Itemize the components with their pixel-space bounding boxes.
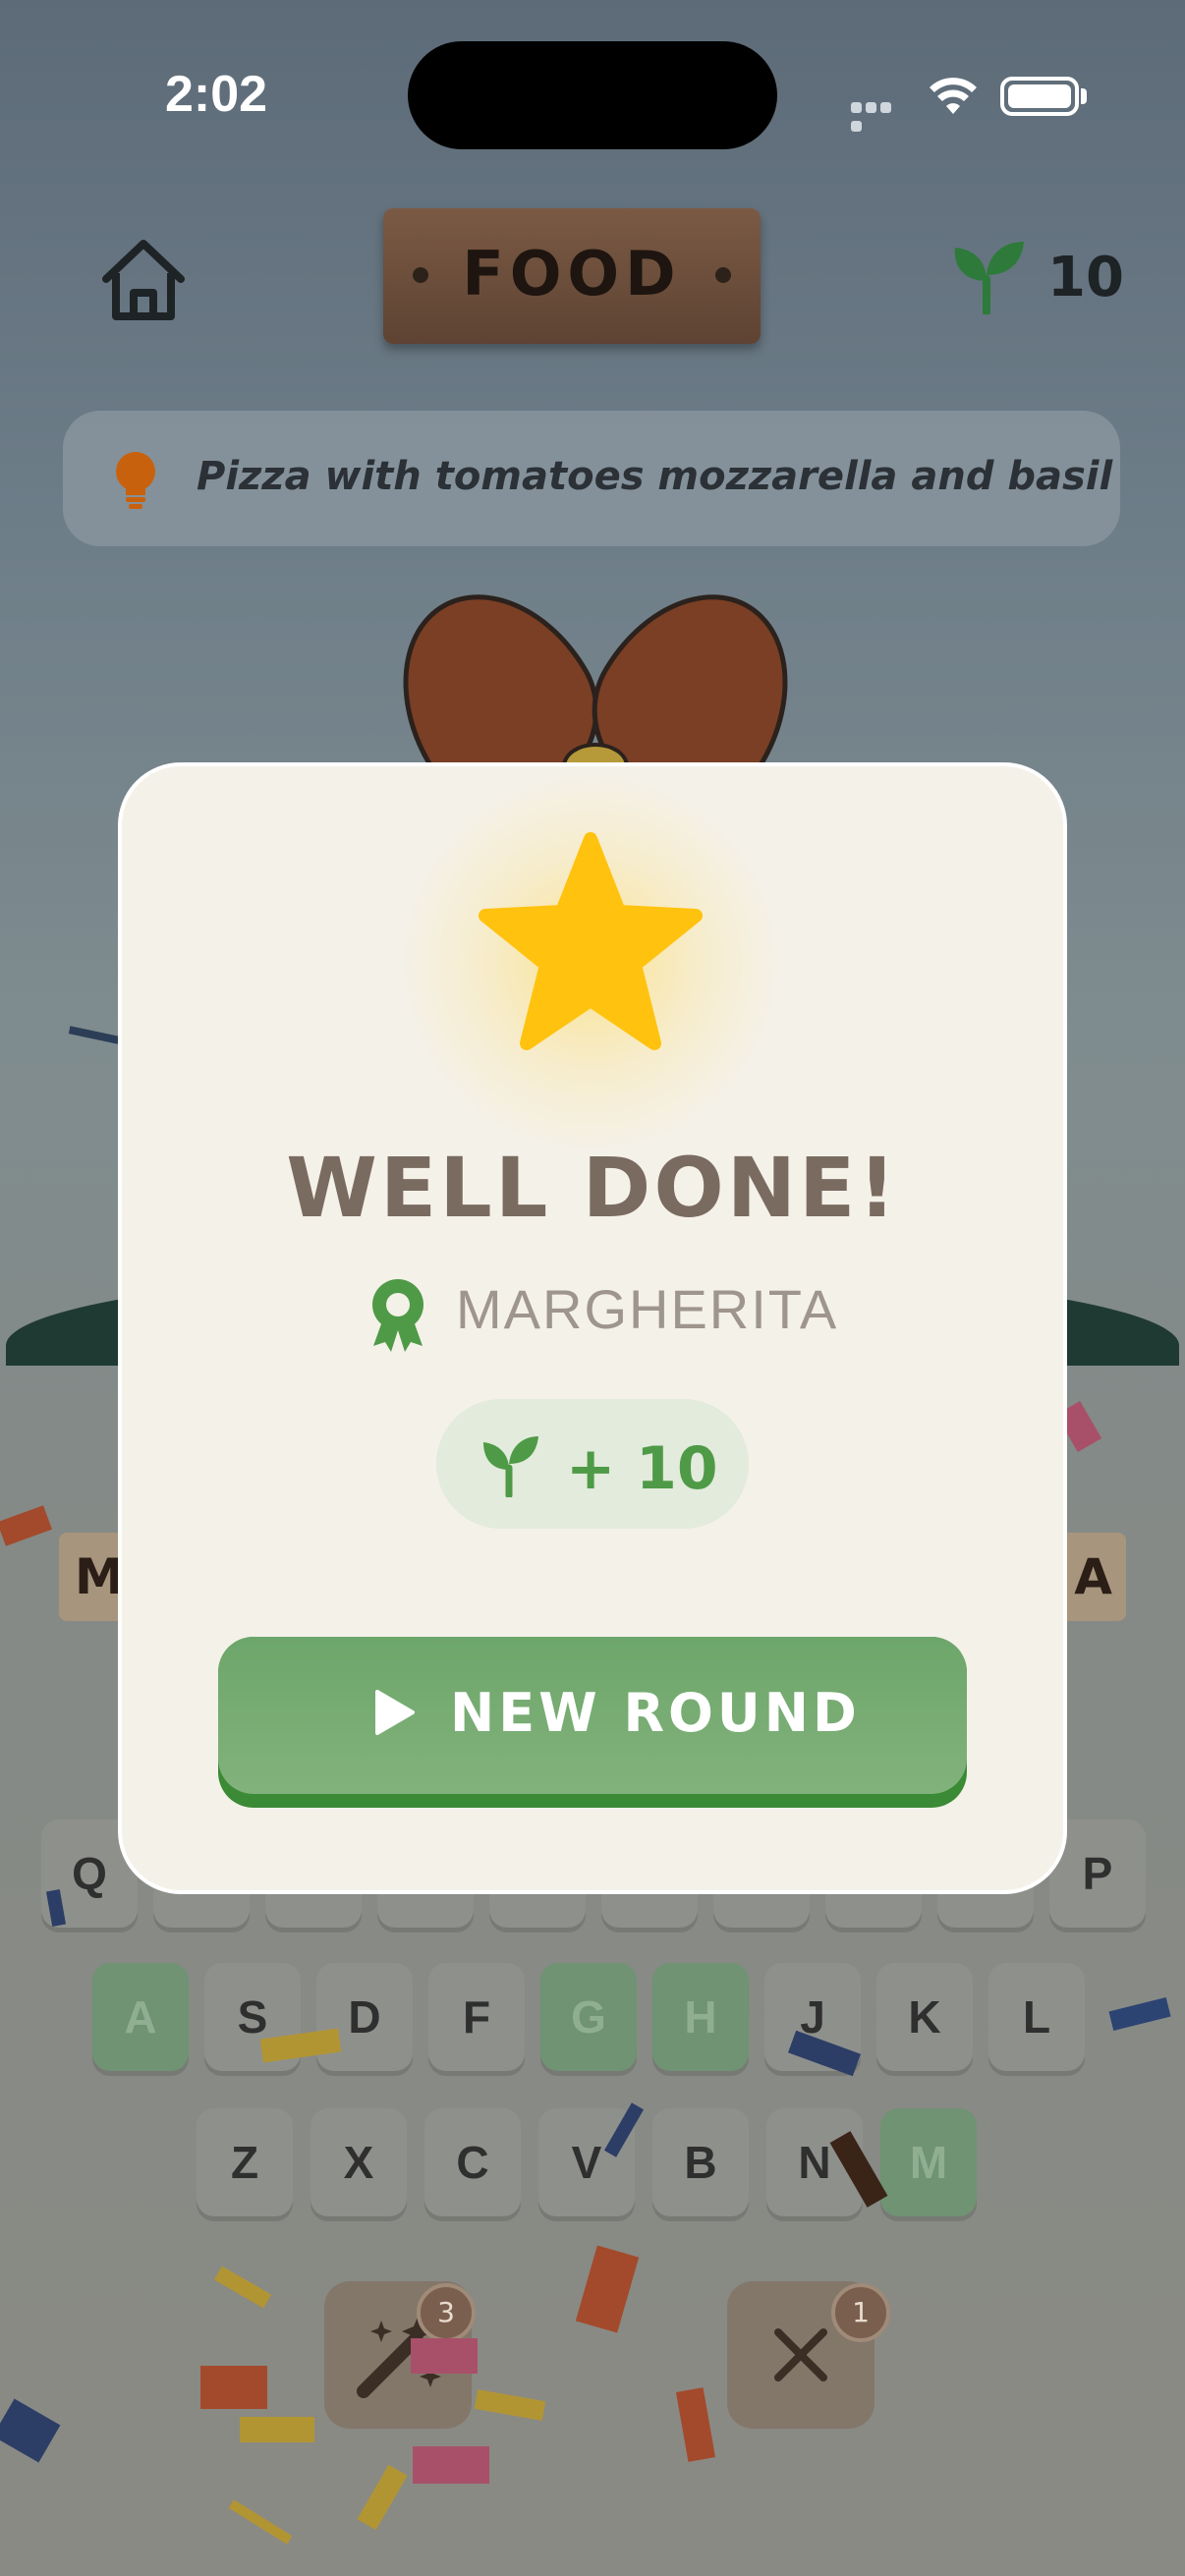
confetti	[675, 2387, 716, 2462]
confetti	[228, 2499, 293, 2545]
confetti	[68, 1026, 125, 1045]
confetti	[240, 2417, 314, 2442]
word-tile-right: A	[1057, 1533, 1126, 1621]
wifi-icon	[930, 78, 977, 114]
confetti	[0, 2398, 61, 2463]
confetti	[357, 2464, 408, 2531]
answer-word: MARGHERITA	[456, 1278, 839, 1340]
play-icon	[375, 1690, 415, 1735]
new-round-button-face[interactable]: NEW ROUND	[218, 1637, 967, 1794]
reward-amount: + 10	[566, 1434, 718, 1503]
key-f[interactable]: F	[428, 1963, 525, 2071]
confetti	[474, 2389, 546, 2421]
key-d[interactable]: D	[316, 1963, 413, 2071]
key-c[interactable]: C	[424, 2108, 521, 2216]
new-round-button[interactable]: NEW ROUND	[218, 1637, 967, 1808]
confetti	[213, 2266, 272, 2309]
confetti	[200, 2366, 267, 2409]
key-m[interactable]: M	[880, 2108, 977, 2216]
key-g[interactable]: G	[540, 1963, 637, 2071]
confetti	[0, 1505, 52, 1546]
sprout-icon	[954, 242, 1024, 314]
key-k[interactable]: K	[876, 1963, 973, 2071]
home-icon[interactable]	[98, 238, 189, 324]
key-a[interactable]: A	[92, 1963, 189, 2071]
cellular-signal-icon	[851, 98, 908, 132]
confetti	[575, 2245, 640, 2333]
confetti	[413, 2446, 489, 2484]
key-h[interactable]: H	[652, 1963, 749, 2071]
star-icon	[479, 832, 703, 1050]
award-icon	[372, 1279, 423, 1352]
new-round-label: NEW ROUND	[450, 1682, 861, 1744]
coin-count: 10	[1047, 246, 1124, 309]
confetti	[411, 2338, 478, 2374]
key-x[interactable]: X	[310, 2108, 407, 2216]
hint-text: Pizza with tomatoes mozzarella and basil	[197, 454, 1113, 499]
dynamic-island	[408, 41, 777, 149]
key-l[interactable]: L	[988, 1963, 1085, 2071]
key-z[interactable]: Z	[197, 2108, 293, 2216]
remove-letter-count: 1	[831, 2283, 890, 2342]
category-plank: FOOD	[383, 208, 761, 344]
battery-cap	[1081, 88, 1087, 104]
magic-wand-count: 3	[417, 2283, 476, 2342]
key-b[interactable]: B	[652, 2108, 749, 2216]
confetti	[1108, 1997, 1171, 2031]
lightbulb-icon[interactable]	[108, 448, 163, 513]
sprout-icon	[483, 1436, 538, 1497]
status-time: 2:02	[165, 66, 268, 123]
category-title: FOOD	[462, 238, 682, 309]
battery-icon	[1000, 77, 1079, 116]
success-title: WELL DONE!	[286, 1140, 899, 1236]
